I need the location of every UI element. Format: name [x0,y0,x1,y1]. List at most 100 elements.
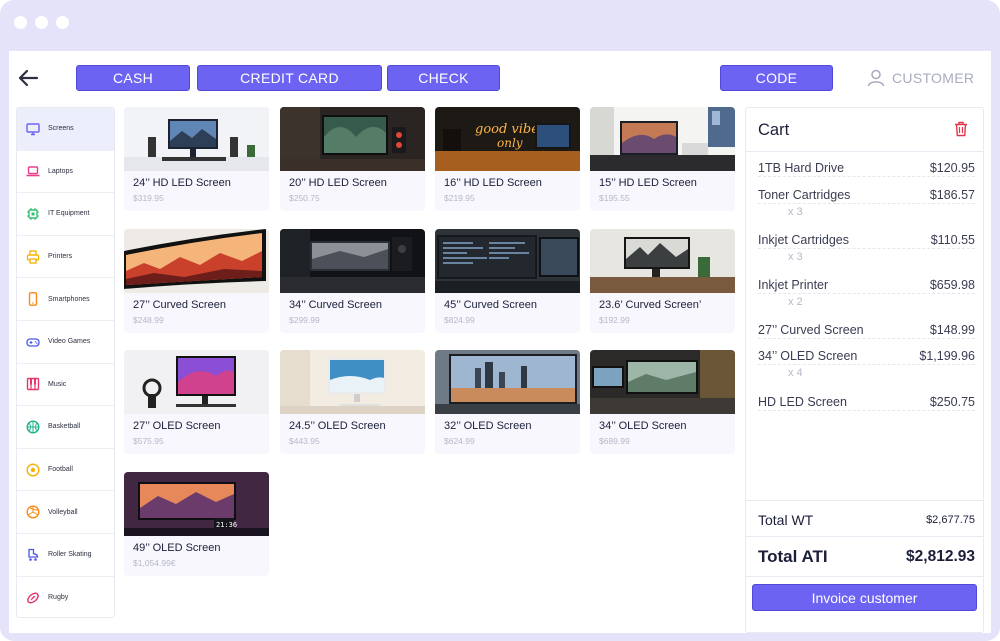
product-price: $319.95 [133,193,164,203]
product-name: 20’’ HD LED Screen [289,177,387,189]
category-basketball[interactable]: Basketball [17,406,114,449]
divider [746,576,983,577]
total-ati-value: $2,812.93 [906,548,975,565]
product-name: 16’’ HD LED Screen [444,177,542,189]
cart-item-name: HD LED Screen [758,395,847,409]
window-dot[interactable] [14,16,27,29]
category-music[interactable]: Music [17,364,114,407]
monitor-icon [26,123,40,135]
product-card[interactable]: 34’’ Curved Screen $299.99 [280,229,425,333]
cart-item-qty: x 4 [788,367,803,379]
cart-item-price: $659.98 [929,278,975,292]
cart-item[interactable]: Inkjet Cartridges $110.55 [758,233,975,249]
product-card[interactable]: good vibes only 16’’ HD LED Screen $219.… [435,107,580,211]
cart-item-qty: x 2 [788,296,803,308]
cart-item-price: $148.99 [929,323,975,337]
product-card[interactable]: 21:36 49’’ OLED Screen $1,054.99€ [124,472,269,576]
chip-icon [27,207,39,220]
product-image [590,107,735,171]
svg-text:21:36: 21:36 [216,521,237,529]
category-football[interactable]: Football [17,449,114,492]
product-price: $443.95 [289,436,320,446]
window-dot[interactable] [56,16,69,29]
product-price: $624.99 [444,436,475,446]
product-card[interactable]: 20’’ HD LED Screen $250.75 [280,107,425,211]
football-icon [26,463,40,477]
user-icon [867,69,885,87]
product-image [124,229,269,293]
category-label: Football [48,466,73,474]
category-label: Video Games [48,338,91,346]
rugby-ball-icon [27,592,39,604]
cart-item[interactable]: 1TB Hard Drive $120.95 [758,161,975,177]
product-image [124,350,269,414]
cart-item[interactable]: HD LED Screen $250.75 [758,395,975,411]
category-rugby[interactable]: Rugby [17,577,114,617]
app-window: CASH CREDIT CARD CHECK CODE CUSTOMER Scr… [0,0,1000,641]
product-card[interactable]: 34’’ OLED Screen $689.99 [590,350,735,454]
product-image: good vibes only [435,107,580,171]
cart-item[interactable]: 27’’ Curved Screen $148.99 [758,323,975,339]
product-price: $1,054.99€ [133,558,176,568]
product-card[interactable]: 24.5’’ OLED Screen $443.95 [280,350,425,454]
category-screens[interactable]: Screens [17,108,114,151]
smartphone-icon [28,292,38,307]
product-card[interactable]: 24’’ HD LED Screen $319.95 [124,107,269,211]
category-laptops[interactable]: Laptops [17,151,114,194]
total-wt-label: Total WT [758,512,814,528]
category-label: Basketball [48,423,81,431]
category-sidebar: Screens Laptops IT Equipment Printers Sm… [16,107,115,618]
invoice-customer-button[interactable]: Invoice customer [752,584,977,611]
trash-icon[interactable] [954,121,968,137]
cart-item-name: 27’’ Curved Screen [758,323,864,337]
product-card[interactable]: 32’’ OLED Screen $624.99 [435,350,580,454]
product-card[interactable]: 27’’ Curved Screen $248.99 [124,229,269,333]
category-label: Smartphones [48,295,90,303]
cart-item-price: $1,199.96 [919,349,975,363]
cart-item-qty: x 3 [788,251,803,263]
product-image [280,350,425,414]
product-name: 34’’ Curved Screen [289,299,382,311]
check-button[interactable]: CHECK [387,65,500,91]
category-smartphones[interactable]: Smartphones [17,278,114,321]
printer-icon [26,249,40,264]
product-image [435,229,580,293]
code-button[interactable]: CODE [720,65,833,91]
svg-text:only: only [497,136,523,150]
category-roller-skating[interactable]: Roller Skating [17,534,114,577]
category-volleyball[interactable]: Volleyball [17,491,114,534]
customer-button[interactable]: CUSTOMER [867,65,974,91]
product-card[interactable]: 15’’ HD LED Screen $195.55 [590,107,735,211]
product-name: 34’’ OLED Screen [599,420,687,432]
category-video-games[interactable]: Video Games [17,321,114,364]
cart-item-qty: x 3 [788,206,803,218]
category-label: Printers [48,253,73,261]
cart-item-name: Inkjet Printer [758,278,829,292]
piano-icon [26,378,40,391]
product-image [590,350,735,414]
product-name: 23.6’ Curved Screen’ [599,299,702,311]
category-label: Music [48,380,67,388]
product-price: $192.99 [599,315,630,325]
product-price: $195.55 [599,193,630,203]
window-dot[interactable] [35,16,48,29]
category-label: Screens [48,125,74,133]
category-printers[interactable]: Printers [17,236,114,279]
product-image [590,229,735,293]
product-card[interactable]: 23.6’ Curved Screen’ $192.99 [590,229,735,333]
total-ati-label: Total ATI [758,547,828,566]
product-name: 15’’ HD LED Screen [599,177,697,189]
product-card[interactable]: 27’’ OLED Screen $575.95 [124,350,269,454]
gamepad-icon [26,338,40,347]
cart-item[interactable]: 34’’ OLED Screen $1,199.96 [758,349,975,365]
cash-button[interactable]: CASH [76,65,190,91]
cart-item-price: $110.55 [930,233,975,247]
cart-item-name: 1TB Hard Drive [758,161,845,175]
credit-card-button[interactable]: CREDIT CARD [197,65,382,91]
category-it-equipment[interactable]: IT Equipment [17,193,114,236]
cart-item[interactable]: Toner Cartridges $186.57 [758,188,975,204]
product-card[interactable]: 45’’ Curved Screen $824.99 [435,229,580,333]
product-name: 24’’ HD LED Screen [133,177,231,189]
cart-item[interactable]: Inkjet Printer $659.98 [758,278,975,294]
arrow-left-icon[interactable] [17,67,39,89]
